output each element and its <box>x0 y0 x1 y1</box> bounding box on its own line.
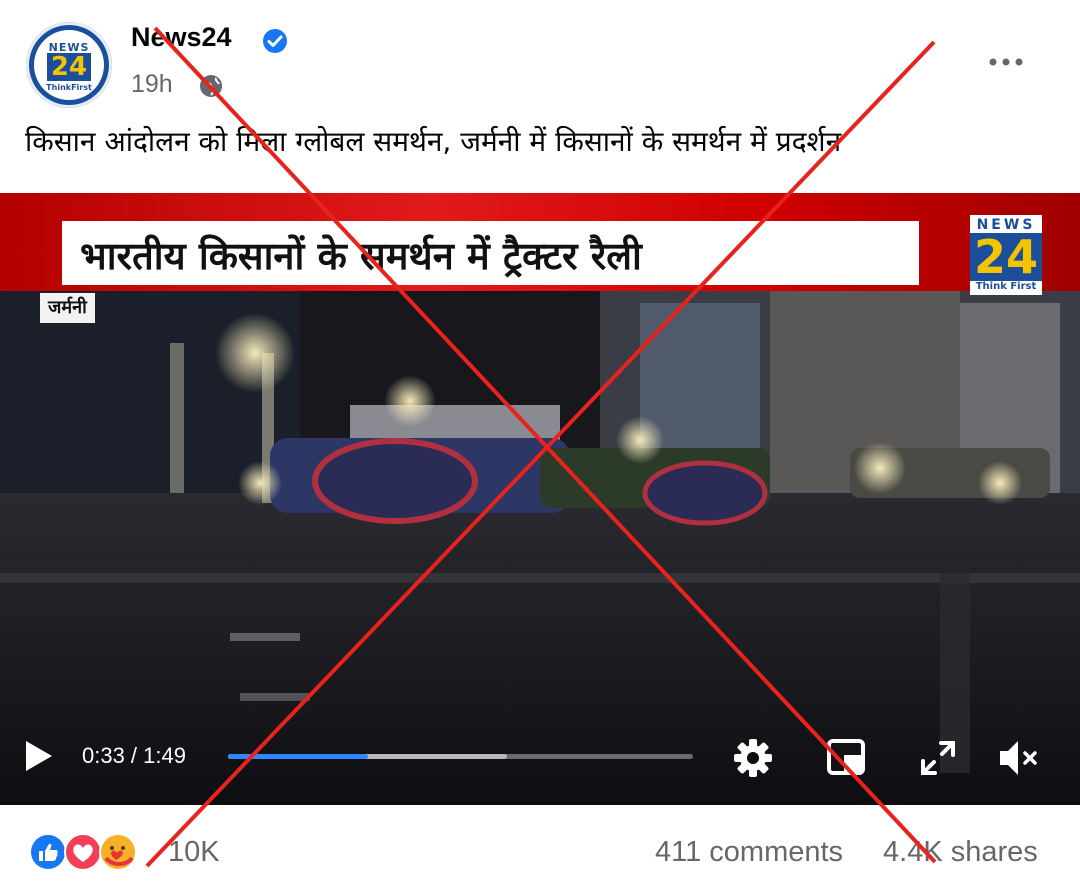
avatar-logo: NEWS 24 ThinkFirst <box>34 30 104 100</box>
news24-logo: NEWS 24 Think First <box>970 215 1042 295</box>
globe-icon <box>200 75 222 97</box>
location-tag: जर्मनी <box>40 293 95 323</box>
post-footer: 10K 411 comments 4.4K shares <box>0 820 1080 888</box>
post-timestamp[interactable]: 19h <box>131 70 173 99</box>
love-reaction-icon <box>64 833 102 871</box>
settings-gear-icon[interactable] <box>730 735 776 781</box>
verified-badge-icon <box>263 29 287 53</box>
care-reaction-icon <box>99 833 137 871</box>
reaction-count[interactable]: 10K <box>168 836 220 869</box>
post-caption: किसान आंदोलन को मिला ग्लोबल समर्थन, जर्म… <box>25 125 842 158</box>
play-icon[interactable] <box>22 739 56 773</box>
video-controls: 0:33 / 1:49 <box>0 725 1080 805</box>
like-reaction-icon <box>29 833 67 871</box>
fullscreen-icon[interactable] <box>915 735 961 781</box>
reactions-summary[interactable] <box>28 832 158 872</box>
more-options-icon[interactable] <box>986 52 1026 72</box>
avatar-logo-number: 24 <box>47 53 91 81</box>
progress-played <box>228 754 368 759</box>
shares-count[interactable]: 4.4K shares <box>883 836 1038 869</box>
comments-count[interactable]: 411 comments <box>655 836 843 869</box>
logo-tagline: Think First <box>975 281 1037 292</box>
muted-volume-icon[interactable] <box>996 735 1042 781</box>
picture-in-picture-icon[interactable] <box>824 735 870 781</box>
page-name-link[interactable]: News24 <box>131 22 232 53</box>
video-progress-bar[interactable] <box>228 754 693 759</box>
avatar-logo-tagline: ThinkFirst <box>46 83 92 92</box>
page-avatar[interactable]: NEWS 24 ThinkFirst <box>26 22 112 108</box>
video-headline: भारतीय किसानों के समर्थन में ट्रैक्टर रै… <box>80 234 642 278</box>
video-timecode: 0:33 / 1:49 <box>82 743 186 768</box>
post-header: NEWS 24 ThinkFirst News24 19h <box>0 0 1080 110</box>
logo-number: 24 <box>970 233 1042 281</box>
video-player[interactable]: भारतीय किसानों के समर्थन में ट्रैक्टर रै… <box>0 193 1080 805</box>
